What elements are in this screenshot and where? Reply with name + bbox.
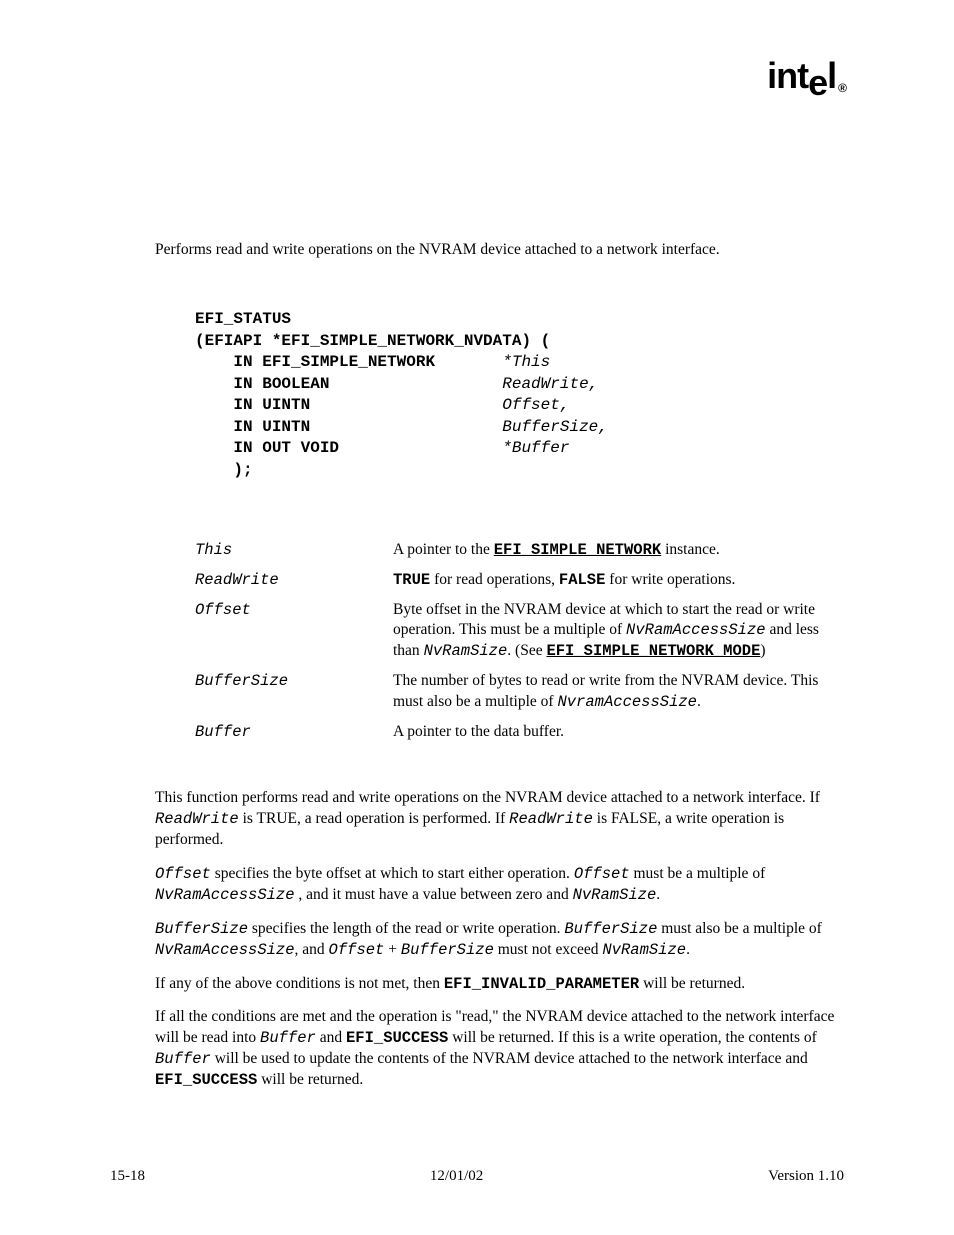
code-ref: EFI_SIMPLE_NETWORK xyxy=(494,541,661,559)
proto-line: IN OUT VOID xyxy=(195,439,502,457)
proto-param: *Buffer xyxy=(502,439,569,457)
param-desc: Byte offset in the NVRAM device at which… xyxy=(393,600,846,663)
code-ref: Buffer xyxy=(155,1050,211,1068)
proto-param: BufferSize, xyxy=(502,418,608,436)
code-ref: BufferSize xyxy=(564,920,657,938)
code-ref: EFI_SIMPLE_NETWORK_MODE xyxy=(546,642,760,660)
param-desc: A pointer to the EFI_SIMPLE_NETWORK inst… xyxy=(393,540,846,561)
param-row: ReadWrite TRUE for read operations, FALS… xyxy=(155,570,846,591)
param-desc: A pointer to the data buffer. xyxy=(393,722,846,743)
code-ref: NvRamSize xyxy=(573,886,657,904)
code-ref: EFI_INVALID_PARAMETER xyxy=(444,975,639,993)
proto-line: ); xyxy=(195,461,253,479)
desc-para: This function performs read and write op… xyxy=(155,788,846,851)
code-ref: EFI_SUCCESS xyxy=(155,1071,257,1089)
param-row: This A pointer to the EFI_SIMPLE_NETWORK… xyxy=(155,540,846,561)
proto-param: Offset, xyxy=(502,396,569,414)
proto-line: (EFIAPI *EFI_SIMPLE_NETWORK_NVDATA) ( xyxy=(195,332,550,350)
code-ref: TRUE xyxy=(393,571,430,589)
code-ref: NvRamAccessSize xyxy=(155,886,295,904)
footer-page: 15-18 xyxy=(110,1168,145,1185)
code-ref: NvramAccessSize xyxy=(557,693,697,711)
proto-line: EFI_STATUS xyxy=(195,310,291,328)
param-desc: The number of bytes to read or write fro… xyxy=(393,671,846,713)
description: This function performs read and write op… xyxy=(155,788,846,1091)
param-row: Buffer A pointer to the data buffer. xyxy=(155,722,846,743)
param-desc: TRUE for read operations, FALSE for writ… xyxy=(393,570,846,591)
code-ref: Buffer xyxy=(260,1029,316,1047)
param-name: This xyxy=(195,540,393,561)
function-prototype: EFI_STATUS (EFIAPI *EFI_SIMPLE_NETWORK_N… xyxy=(195,309,846,482)
desc-para: If all the conditions are met and the op… xyxy=(155,1007,846,1091)
code-ref: Offset xyxy=(329,941,385,959)
param-name: Offset xyxy=(195,600,393,663)
proto-line: IN BOOLEAN xyxy=(195,375,502,393)
footer-version: Version 1.10 xyxy=(768,1168,844,1185)
param-row: Offset Byte offset in the NVRAM device a… xyxy=(155,600,846,663)
code-ref: EFI_SUCCESS xyxy=(346,1029,448,1047)
proto-line: IN EFI_SIMPLE_NETWORK xyxy=(195,353,502,371)
desc-para: BufferSize specifies the length of the r… xyxy=(155,919,846,961)
code-ref: Offset xyxy=(574,865,630,883)
code-ref: NvRamAccessSize xyxy=(626,621,766,639)
code-ref: BufferSize xyxy=(155,920,248,938)
parameters-list: This A pointer to the EFI_SIMPLE_NETWORK… xyxy=(155,540,846,743)
proto-line: IN UINTN xyxy=(195,418,502,436)
proto-line: IN UINTN xyxy=(195,396,502,414)
proto-param: ReadWrite, xyxy=(502,375,598,393)
summary-text: Performs read and write operations on th… xyxy=(155,240,846,261)
code-ref: NvRamSize xyxy=(424,642,508,660)
code-ref: ReadWrite xyxy=(509,810,593,828)
page-footer: 15-18 12/01/02 Version 1.10 xyxy=(110,1168,844,1185)
proto-param: *This xyxy=(502,353,550,371)
document-page: intel® Performs read and write operation… xyxy=(0,0,954,1235)
param-name: ReadWrite xyxy=(195,570,393,591)
code-ref: BufferSize xyxy=(401,941,494,959)
param-row: BufferSize The number of bytes to read o… xyxy=(155,671,846,713)
param-name: Buffer xyxy=(195,722,393,743)
footer-date: 12/01/02 xyxy=(430,1168,483,1185)
param-name: BufferSize xyxy=(195,671,393,713)
intel-logo: intel® xyxy=(767,55,844,97)
code-ref: NvRamAccessSize xyxy=(155,941,295,959)
desc-para: Offset specifies the byte offset at whic… xyxy=(155,864,846,906)
code-ref: ReadWrite xyxy=(155,810,239,828)
code-ref: NvRamSize xyxy=(602,941,686,959)
desc-para: If any of the above conditions is not me… xyxy=(155,974,846,995)
code-ref: Offset xyxy=(155,865,211,883)
code-ref: FALSE xyxy=(559,571,606,589)
